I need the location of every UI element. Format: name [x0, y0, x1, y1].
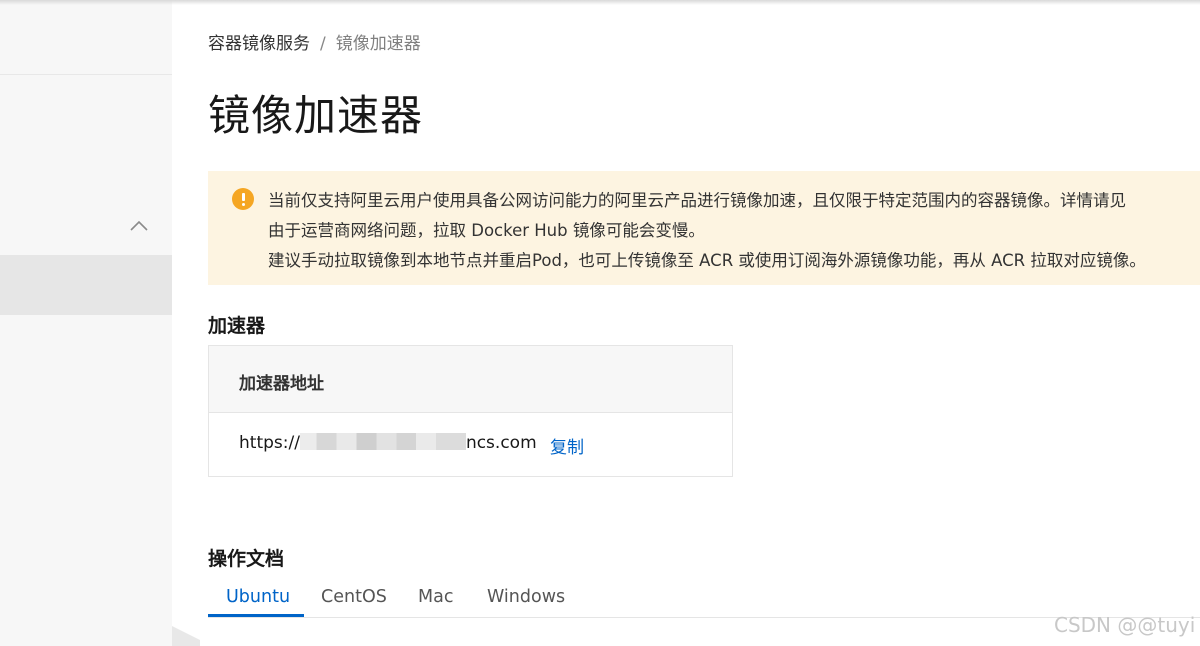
copy-button[interactable]: 复制: [550, 433, 584, 458]
accelerator-url-prefix: https://: [239, 433, 300, 453]
breadcrumb: 容器镜像服务 / 镜像加速器: [208, 29, 421, 54]
accelerator-address-table: 加速器地址 https:// ncs.com 复制: [208, 345, 733, 477]
sidebar-group-toggle[interactable]: [0, 208, 172, 248]
breadcrumb-current: 镜像加速器: [335, 34, 421, 54]
breadcrumb-separator: /: [320, 34, 326, 54]
table-row: https:// ncs.com 复制: [209, 413, 732, 476]
sidebar-item-active[interactable]: [0, 255, 172, 315]
notice-line: 由于运营商网络问题，拉取 Docker Hub 镜像可能会变慢。: [268, 221, 705, 240]
docs-heading: 操作文档: [208, 548, 285, 570]
sidebar-collapse-handle[interactable]: [172, 626, 200, 646]
warning-icon: [232, 188, 254, 210]
accelerator-url: https:// ncs.com: [239, 433, 537, 453]
top-shadow: [0, 0, 1200, 5]
chevron-up-icon[interactable]: [129, 216, 149, 236]
watermark: CSDN @@tuyi: [1054, 613, 1196, 637]
sidebar-divider: [0, 74, 172, 75]
notice-text: 当前仅支持阿里云用户使用具备公网访问能力的阿里云产品进行镜像加速，且仅限于特定范…: [268, 186, 1200, 276]
redacted-url-segment: [299, 433, 466, 450]
tab-windows[interactable]: Windows: [487, 587, 565, 607]
sidebar: 务: [0, 0, 172, 646]
column-header-address: 加速器地址: [239, 374, 324, 394]
tab-centos[interactable]: CentOS: [321, 587, 387, 607]
breadcrumb-root-link[interactable]: 容器镜像服务: [208, 34, 310, 54]
table-header: 加速器地址: [209, 346, 732, 413]
accelerator-url-suffix: ncs.com: [465, 433, 537, 453]
active-tab-indicator: [208, 614, 304, 617]
notice-line: 建议手动拉取镜像到本地节点并重启Pod，也可上传镜像至 ACR 或使用订阅海外源…: [268, 251, 1146, 270]
warning-notice: 当前仅支持阿里云用户使用具备公网访问能力的阿里云产品进行镜像加速，且仅限于特定范…: [208, 171, 1200, 285]
docs-tabs: Ubuntu CentOS Mac Windows: [208, 583, 1200, 618]
tab-ubuntu[interactable]: Ubuntu: [226, 587, 290, 607]
notice-line: 当前仅支持阿里云用户使用具备公网访问能力的阿里云产品进行镜像加速，且仅限于特定范…: [268, 191, 1126, 210]
tab-mac[interactable]: Mac: [418, 587, 453, 607]
page-title: 镜像加速器: [208, 91, 424, 140]
accelerator-heading: 加速器: [208, 315, 266, 337]
